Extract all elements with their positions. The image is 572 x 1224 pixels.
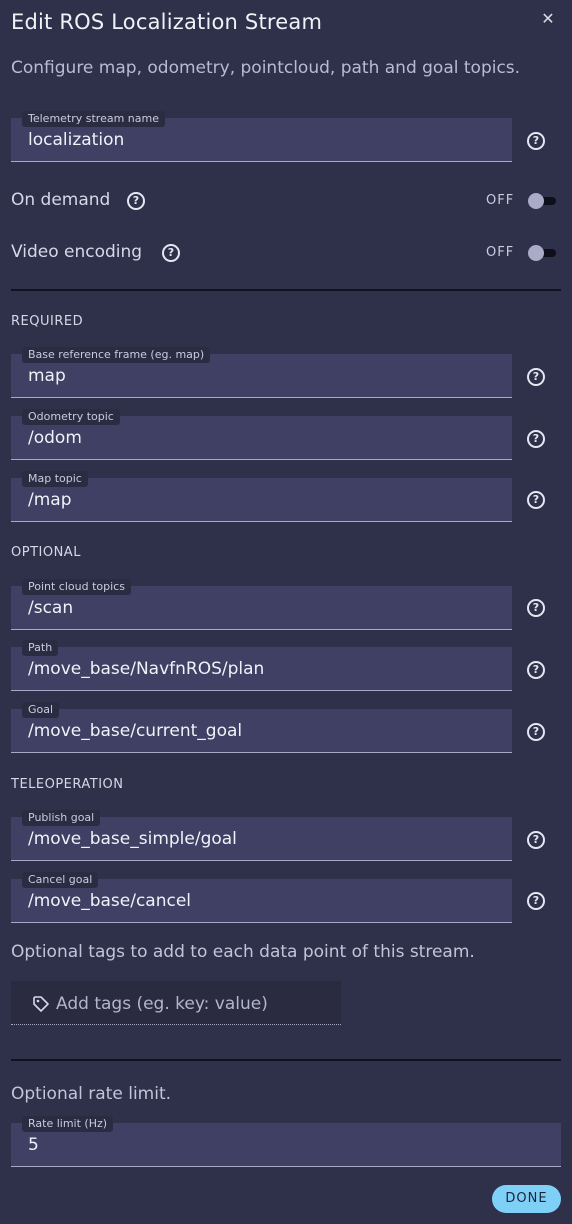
field-value[interactable]: /move_base/cancel <box>28 891 191 911</box>
help-icon[interactable]: ? <box>527 892 545 910</box>
publish-goal-field[interactable]: Publish goal /move_base_simple/goal <box>11 810 512 861</box>
help-icon[interactable]: ? <box>527 368 545 386</box>
map-topic-field[interactable]: Map topic /map <box>11 471 512 522</box>
help-icon[interactable]: ? <box>527 599 545 617</box>
field-label: Goal <box>22 702 60 718</box>
close-icon[interactable]: ✕ <box>539 10 557 28</box>
section-optional-heading: OPTIONAL <box>11 545 81 560</box>
tags-input[interactable]: Add tags (eg. key: value) <box>11 981 341 1025</box>
field-label: Rate limit (Hz) <box>22 1116 114 1132</box>
pointcloud-topics-field[interactable]: Point cloud topics /scan <box>11 579 512 630</box>
section-teleoperation-heading: TELEOPERATION <box>11 777 124 792</box>
field-label: Telemetry stream name <box>22 111 166 127</box>
section-required-heading: REQUIRED <box>11 314 84 329</box>
divider <box>11 289 561 291</box>
help-icon[interactable]: ? <box>162 244 180 262</box>
field-label: Path <box>22 640 59 656</box>
on-demand-state: OFF <box>486 193 515 208</box>
field-value[interactable]: 5 <box>28 1135 39 1155</box>
video-encoding-label: Video encoding <box>11 242 143 262</box>
field-value[interactable]: /move_base/current_goal <box>28 721 242 741</box>
odometry-topic-field[interactable]: Odometry topic /odom <box>11 409 512 460</box>
tags-placeholder: Add tags (eg. key: value) <box>56 994 268 1014</box>
field-value[interactable]: /scan <box>28 598 73 618</box>
goal-topic-field[interactable]: Goal /move_base/current_goal <box>11 702 512 753</box>
video-encoding-toggle[interactable] <box>528 245 556 261</box>
field-value[interactable]: /move_base/NavfnROS/plan <box>28 659 264 679</box>
dialog-subtitle: Configure map, odometry, pointcloud, pat… <box>11 58 521 78</box>
field-label: Publish goal <box>22 810 101 826</box>
stream-name-field[interactable]: Telemetry stream name localization <box>11 111 512 162</box>
divider <box>11 1059 561 1061</box>
field-label: Point cloud topics <box>22 579 131 595</box>
on-demand-toggle[interactable] <box>528 193 556 209</box>
help-icon[interactable]: ? <box>527 430 545 448</box>
tag-icon <box>33 996 49 1012</box>
help-icon[interactable]: ? <box>527 661 545 679</box>
help-icon[interactable]: ? <box>527 491 545 509</box>
field-value[interactable]: map <box>28 366 66 386</box>
rate-limit-description: Optional rate limit. <box>11 1084 172 1104</box>
help-icon[interactable]: ? <box>527 831 545 849</box>
done-button[interactable]: DONE <box>492 1185 561 1213</box>
field-value[interactable]: /move_base_simple/goal <box>28 829 237 849</box>
cancel-goal-field[interactable]: Cancel goal /move_base/cancel <box>11 872 512 923</box>
field-value[interactable]: localization <box>28 130 124 150</box>
help-icon[interactable]: ? <box>527 132 545 150</box>
toggle-knob <box>528 193 544 209</box>
on-demand-label: On demand <box>11 190 111 210</box>
help-icon[interactable]: ? <box>527 723 545 741</box>
field-label: Base reference frame (eg. map) <box>22 347 211 363</box>
field-label: Map topic <box>22 471 88 487</box>
toggle-knob <box>528 245 544 261</box>
field-value[interactable]: /odom <box>28 428 82 448</box>
path-topic-field[interactable]: Path /move_base/NavfnROS/plan <box>11 640 512 691</box>
video-encoding-state: OFF <box>486 245 515 260</box>
field-label: Odometry topic <box>22 409 120 425</box>
tags-description: Optional tags to add to each data point … <box>11 942 475 962</box>
base-frame-field[interactable]: Base reference frame (eg. map) map <box>11 347 512 398</box>
help-icon[interactable]: ? <box>127 192 145 210</box>
rate-limit-field[interactable]: Rate limit (Hz) 5 <box>11 1116 561 1167</box>
field-value[interactable]: /map <box>28 490 72 510</box>
dialog-title: Edit ROS Localization Stream <box>11 10 323 34</box>
field-label: Cancel goal <box>22 872 99 888</box>
